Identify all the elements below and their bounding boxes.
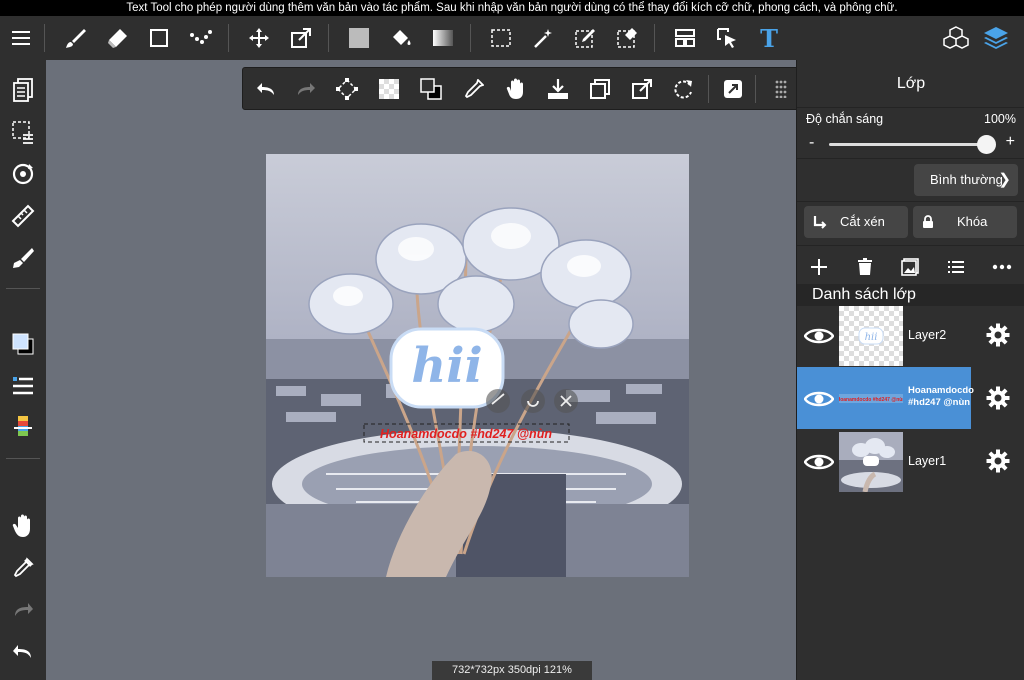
bucket-icon[interactable] — [385, 22, 417, 54]
clip-label: Cắt xén — [840, 214, 885, 229]
text-edit-handle[interactable] — [486, 389, 510, 413]
blend-mode-button[interactable]: Bình thường ❯ — [914, 164, 1018, 196]
eyedropper-icon[interactable] — [5, 550, 41, 586]
layer-thumbnail: Hoanamdocdo #hd247 @nùn — [839, 369, 903, 429]
layers-icon[interactable] — [980, 22, 1012, 54]
rectangle-icon[interactable] — [143, 22, 175, 54]
text-rotate-handle[interactable] — [521, 389, 545, 413]
list-icon[interactable] — [940, 252, 972, 282]
layer-name: Layer2 — [908, 328, 947, 342]
thumbnail-text: Hoanamdocdo #hd247 @nùn — [839, 397, 903, 403]
lock-button[interactable]: Khóa — [913, 206, 1017, 238]
share-icon[interactable] — [717, 73, 749, 105]
layer-row-selected[interactable]: Hoanamdocdo #hd247 @nùn Hoanamdocdo #hd2… — [797, 367, 1024, 429]
menu-icon[interactable] — [5, 22, 37, 54]
opacity-slider-thumb[interactable] — [977, 135, 996, 154]
layer-row[interactable]: hii Layer2 — [797, 304, 1024, 366]
grip-icon[interactable] — [765, 73, 797, 105]
opacity-value: 100% — [984, 112, 1016, 126]
ruler-icon[interactable] — [5, 198, 41, 234]
layer-name: Layer1 — [908, 454, 947, 468]
image-icon[interactable] — [894, 252, 926, 282]
layer-thumbnail — [839, 432, 903, 492]
rotate-view-icon[interactable] — [5, 156, 41, 192]
rotate-icon[interactable] — [667, 73, 699, 105]
color-swatch-icon[interactable] — [5, 326, 41, 362]
clip-button[interactable]: Cắt xén — [804, 206, 908, 238]
more-icon[interactable] — [986, 252, 1018, 282]
brush-icon[interactable] — [59, 22, 91, 54]
eyedropper-icon[interactable] — [458, 73, 490, 105]
opacity-label: Độ chắn sáng — [806, 112, 884, 126]
materials-icon[interactable] — [940, 22, 972, 54]
thumbnail-sticker-text: hii — [865, 332, 878, 343]
layer-list-header: Danh sách lớp — [797, 284, 1024, 306]
gear-icon[interactable] — [983, 383, 1013, 413]
eye-icon[interactable] — [801, 444, 837, 480]
hint-banner: Text Tool cho phép người dùng thêm văn b… — [0, 0, 1024, 16]
transform-select-icon[interactable] — [331, 73, 363, 105]
add-icon[interactable] — [803, 252, 835, 282]
hand-icon[interactable] — [500, 73, 532, 105]
filter-brush-icon[interactable] — [5, 240, 41, 276]
layer-thumbnail: hii — [839, 306, 903, 366]
gear-icon[interactable] — [983, 446, 1013, 476]
layer-panel: Lớp Độ chắn sáng 100% - + Bình thường ❯ … — [796, 60, 1024, 680]
lock-label: Khóa — [957, 214, 988, 229]
hand-tool-icon[interactable] — [5, 508, 41, 544]
transparency-icon[interactable] — [373, 73, 405, 105]
select-eraser-icon[interactable] — [611, 22, 643, 54]
opacity-decrease-button[interactable]: - — [809, 134, 814, 152]
copy-layer-icon[interactable] — [584, 73, 616, 105]
dot-brush-icon[interactable] — [185, 22, 217, 54]
floating-toolbar — [242, 67, 802, 110]
layer-row[interactable]: Layer1 — [797, 430, 1024, 492]
left-toolbar — [0, 60, 46, 680]
clip-icon — [813, 216, 827, 229]
undo-icon[interactable] — [5, 634, 41, 670]
color-picker-icon[interactable] — [5, 410, 41, 446]
save-icon[interactable] — [542, 73, 574, 105]
blend-mode-label: Bình thường — [930, 172, 1003, 187]
canvas-text-layer[interactable]: Hoanamdocdo #hd247 @nùn — [380, 427, 552, 441]
fill-color-icon[interactable] — [343, 22, 375, 54]
panel-title: Lớp — [896, 75, 926, 92]
resize-icon[interactable] — [626, 73, 658, 105]
magic-wand-icon[interactable] — [527, 22, 559, 54]
lock-icon — [923, 215, 933, 228]
gradient-icon[interactable] — [427, 22, 459, 54]
canvas-status: 732*732px 350dpi 121% — [432, 661, 592, 680]
eraser-icon[interactable] — [101, 22, 133, 54]
text-icon[interactable]: T — [753, 22, 785, 54]
undo-icon[interactable] — [250, 73, 282, 105]
selection-menu-icon[interactable] — [5, 114, 41, 150]
opacity-increase-button[interactable]: + — [1006, 133, 1015, 151]
pages-icon[interactable] — [5, 72, 41, 108]
select-layer-icon[interactable] — [711, 22, 743, 54]
eye-icon[interactable] — [801, 318, 837, 354]
opacity-slider[interactable] — [829, 143, 989, 146]
top-toolbar: T — [0, 16, 1024, 60]
swap-color-icon[interactable] — [415, 73, 447, 105]
chevron-right-icon: ❯ — [998, 171, 1011, 188]
trash-icon[interactable] — [849, 252, 881, 282]
eye-icon[interactable] — [801, 381, 837, 417]
select-rect-icon[interactable] — [485, 22, 517, 54]
move-icon[interactable] — [243, 22, 275, 54]
select-pen-icon[interactable] — [569, 22, 601, 54]
layer-name: Hoanamdocdo #hd247 @nùn — [908, 385, 974, 408]
redo-icon[interactable] — [5, 592, 41, 628]
sticker-text: hii — [411, 338, 482, 394]
transform-icon[interactable] — [285, 22, 317, 54]
artwork-canvas[interactable]: hii Hoanamdocdo #hd247 @nùn — [266, 154, 689, 577]
gear-icon[interactable] — [983, 320, 1013, 350]
redo-icon[interactable] — [290, 73, 322, 105]
reference-icon[interactable] — [669, 22, 701, 54]
brush-list-icon[interactable] — [5, 368, 41, 404]
